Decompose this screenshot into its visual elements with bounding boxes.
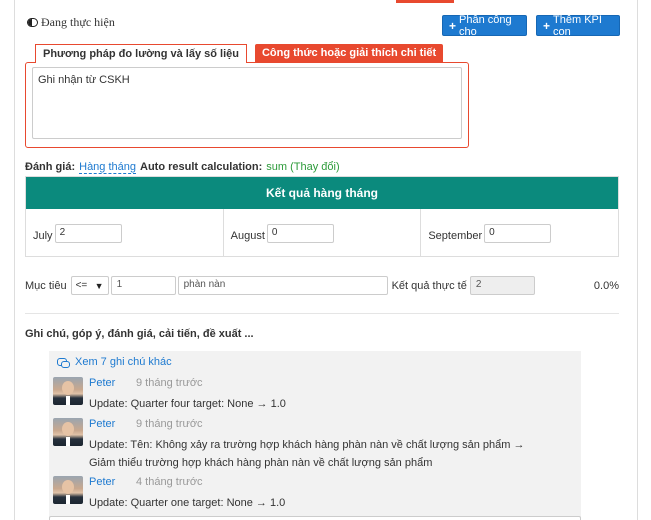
comment-item: Peter 4 tháng trước Update: Quarter one … — [53, 476, 577, 512]
comment-item: Peter 9 tháng trước Update: Tên: Không x… — [53, 418, 577, 472]
operator-value: <= — [75, 280, 88, 291]
add-kpi-button[interactable]: + Thêm KPI con — [536, 13, 620, 38]
comment-text: Update: Quarter one target: None → 1.0 — [89, 497, 286, 509]
comment-time: 9 tháng trước — [136, 377, 203, 389]
operator-select[interactable]: <= ▼ — [70, 276, 109, 295]
status-label: Đang thực hiện — [41, 15, 115, 29]
assign-button-label: Phân công cho — [459, 13, 512, 38]
comment-time: 9 tháng trước — [136, 418, 203, 430]
evaluation-line: Đánh giá: Hàng tháng Auto result calcula… — [25, 161, 340, 174]
evaluation-label: Đánh giá: — [25, 161, 76, 173]
actual-result-label: Kết quả thực tế — [391, 279, 467, 292]
comment-text: Update: Tên: Không xảy ra trường hợp khá… — [89, 439, 525, 469]
avatar — [53, 476, 83, 504]
calc-value-link[interactable]: sum (Thay đổi) — [266, 161, 339, 173]
toggle-icon — [27, 18, 38, 27]
target-label: Mục tiêu — [25, 279, 67, 292]
avatar — [53, 377, 83, 405]
month-label: August — [230, 230, 265, 242]
month-label: September — [428, 230, 483, 242]
monthly-results-title: Kết quả hàng tháng — [26, 177, 618, 209]
avatar — [53, 418, 83, 446]
new-note-input[interactable] — [49, 516, 581, 520]
comment-author[interactable]: Peter — [89, 377, 115, 389]
month-input-july[interactable]: 2 — [54, 223, 122, 243]
frequency-link[interactable]: Hàng tháng — [79, 161, 137, 174]
month-cell-july: July 2 — [26, 209, 224, 257]
plus-icon: + — [449, 18, 457, 33]
month-label: July — [33, 230, 53, 242]
notes-box: Xem 7 ghi chú khác Peter 9 tháng trước U… — [49, 351, 581, 520]
month-input-august[interactable]: 0 — [266, 223, 334, 243]
comments-icon — [57, 357, 70, 368]
see-more-notes-link[interactable]: Xem 7 ghi chú khác — [57, 356, 172, 368]
plus-icon: + — [543, 18, 551, 33]
month-cell-august: August 0 — [224, 209, 422, 257]
tab-measurement-method[interactable]: Phương pháp đo lường và lấy số liệu — [35, 44, 247, 63]
comment-text: Update: Quarter four target: None → 1.0 — [89, 398, 286, 410]
target-value-input[interactable]: 1 — [110, 276, 176, 295]
month-cell-september: September 0 — [421, 209, 618, 257]
month-input-september[interactable]: 0 — [484, 223, 552, 243]
status-indicator: Đang thực hiện — [27, 15, 115, 30]
monthly-results: Kết quả hàng tháng July 2 August 0 Septe… — [25, 176, 619, 257]
kpi-detail-panel: Đang thực hiện + Phân công cho + Thêm KP… — [14, 0, 638, 520]
target-row: Mục tiêu <= ▼ 1 phàn nàn Kết quả thực tế… — [25, 275, 619, 296]
completion-percent: 0.0% — [593, 279, 619, 292]
add-kpi-button-label: Thêm KPI con — [553, 13, 602, 38]
calc-label: Auto result calculation: — [140, 161, 263, 173]
comment-time: 4 tháng trước — [136, 476, 203, 488]
assign-button[interactable]: + Phân công cho — [442, 13, 527, 38]
method-tabs: Phương pháp đo lường và lấy số liệu Công… — [35, 44, 444, 63]
comment-author[interactable]: Peter — [89, 418, 115, 430]
comment-author[interactable]: Peter — [89, 476, 115, 488]
method-textarea[interactable]: Ghi nhận từ CSKH — [32, 67, 462, 139]
caret-down-icon: ▼ — [94, 280, 104, 291]
tab-formula[interactable]: Công thức hoặc giải thích chi tiết — [254, 44, 444, 62]
notes-title: Ghi chú, góp ý, đánh giá, cải tiến, đề x… — [25, 328, 254, 340]
method-box: Ghi nhận từ CSKH — [25, 62, 469, 148]
target-unit-input[interactable]: phàn nàn — [177, 276, 388, 295]
see-more-label: Xem 7 ghi chú khác — [75, 356, 172, 368]
comment-item: Peter 9 tháng trước Update: Quarter four… — [53, 377, 577, 413]
divider — [25, 313, 619, 314]
actual-result-input: 2 — [469, 276, 535, 295]
monthly-row: July 2 August 0 September 0 — [26, 209, 618, 257]
